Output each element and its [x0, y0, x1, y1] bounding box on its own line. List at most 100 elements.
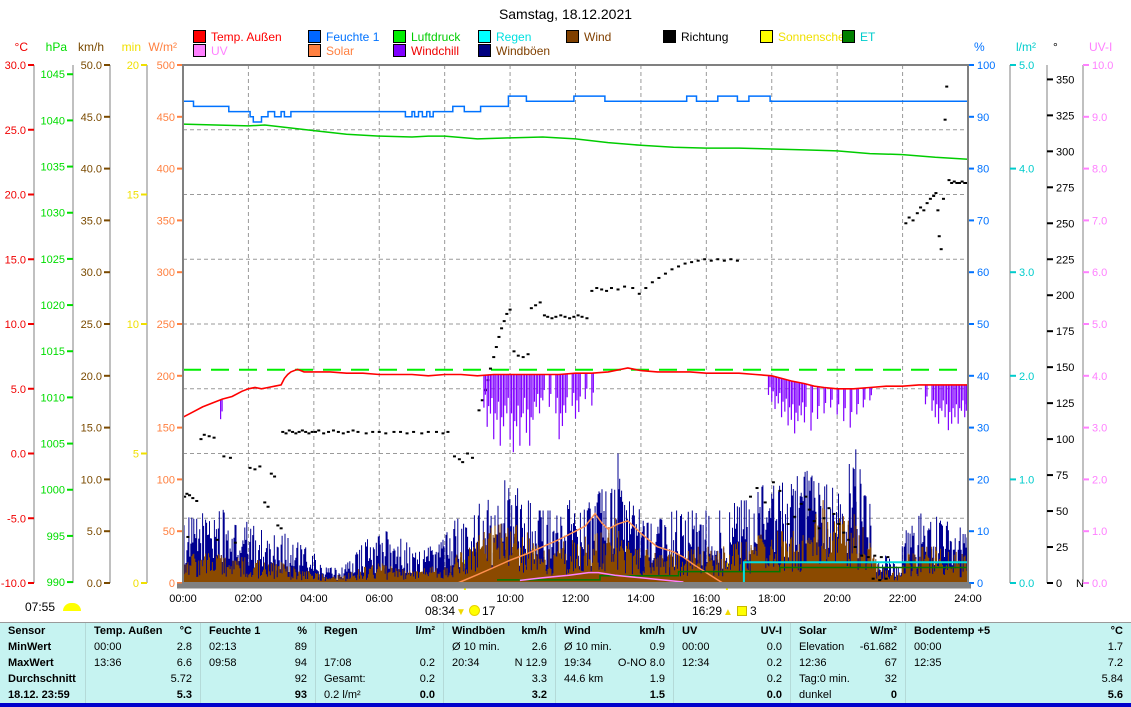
axis-tick-label: 30.0	[81, 267, 102, 279]
axis-tick-label: 450	[157, 112, 175, 124]
x-axis-tick-label: 12:00	[562, 593, 590, 605]
axis-tick-label: 200	[157, 371, 175, 383]
stats-cell: 00:002.8	[85, 639, 200, 655]
x-axis-tick-label: 20:00	[823, 593, 851, 605]
stats-cell: MinWert	[0, 639, 85, 655]
axis-km/h: km/h50.045.040.035.030.025.020.015.010.0…	[78, 40, 110, 590]
stats-cell: Gesamt:0.2	[315, 671, 443, 687]
axis-tick-label: 25	[1056, 542, 1068, 554]
stats-cell: 44.6 km1.9	[555, 671, 673, 687]
axis-unit-label: hPa	[46, 40, 68, 54]
axis-tick-label: -5.0	[7, 513, 26, 525]
axis-tick-label: 400	[157, 164, 175, 176]
axis-tick-label: 25.0	[5, 125, 26, 137]
axis-tick-label: 3.0	[1019, 267, 1034, 279]
axis-tick-label: 0.0	[1092, 578, 1107, 590]
stats-cell: Ø 10 min.0.9	[555, 639, 673, 655]
stats-cell: 12:357.2	[905, 655, 1131, 671]
stats-table: SensorMinWertMaxWertDurchschnitt18.12. 2…	[0, 622, 1131, 703]
axis-tick-label: 35.0	[81, 215, 102, 227]
axis-tick-label: 1030	[41, 208, 65, 220]
axis-unit-label: UV-I	[1089, 40, 1112, 54]
axis-tick-label: 990	[47, 577, 65, 589]
stats-header-cell: Regenl/m²	[315, 623, 443, 639]
stats-cell: Ø 10 min.2.6	[443, 639, 555, 655]
sunrise-arrow-icon: ▼	[456, 607, 466, 618]
axis-tick-label: 20	[127, 60, 139, 72]
axis-unit-label: °C	[15, 40, 29, 54]
axis-tick-label: 150	[157, 423, 175, 435]
stats-header-cell: Feuchte 1%	[200, 623, 315, 639]
weather-chart-window: Samstag, 18.12.2021 Temp. AußenFeuchte 1…	[0, 0, 1131, 707]
sunrise-annotation: 08:34▼17	[425, 604, 495, 618]
axis-tick-label: 0	[977, 578, 983, 590]
x-axis-tick-label: 02:00	[235, 593, 263, 605]
axis-tick-label: 15.0	[81, 423, 102, 435]
axis-tick-label: 10.0	[5, 319, 26, 331]
stats-cell: 00:000.0	[673, 639, 790, 655]
axis-tick-label: 40	[977, 371, 989, 383]
axis-tick-label: 10	[127, 319, 139, 331]
axis-tick-label: 250	[157, 319, 175, 331]
stats-cell: 18.12. 23:59	[0, 687, 85, 703]
axis-tick-label: 15	[127, 190, 139, 202]
axis-tick-label: 1045	[41, 69, 65, 81]
axis-tick-label: 5.0	[87, 526, 102, 538]
axis-tick-label: 10	[977, 526, 989, 538]
axis-unit-label: min	[122, 40, 141, 54]
chart-canvas: °C30.025.020.015.010.05.00.0-5.0-10.0hPa…	[0, 0, 1131, 622]
x-axis-tick-label: 00:00	[169, 593, 197, 605]
x-axis-labels: 00:0002:0004:0006:0008:0010:0012:0014:00…	[169, 593, 982, 605]
stats-cell: Tag:0 min.32	[790, 671, 905, 687]
stats-header-cell: Temp. Außen°C	[85, 623, 200, 639]
axis-°: °350325300275250225200175150125100755025…	[1047, 40, 1084, 590]
sun-icon	[469, 605, 480, 616]
axis-tick-label: 500	[157, 60, 175, 72]
axis-tick-label: 150	[1056, 362, 1074, 374]
axis-tick-label: 2.0	[1019, 371, 1034, 383]
sunset-arrow-icon: ▲	[723, 607, 733, 618]
axis-tick-label: 100	[157, 474, 175, 486]
axis-tick-label: 275	[1056, 182, 1074, 194]
stats-cell: 0.2	[673, 671, 790, 687]
stats-cell: 00:001.7	[905, 639, 1131, 655]
stats-cell: MaxWert	[0, 655, 85, 671]
axis-tick-label: 4.0	[1092, 371, 1107, 383]
axis-tick-label: 4.0	[1019, 164, 1034, 176]
axis-tick-label: 325	[1056, 110, 1074, 122]
axis-unit-label: km/h	[78, 40, 104, 54]
stats-cell: 19:34O-NO 8.0	[555, 655, 673, 671]
axis-tick-label: 6.0	[1092, 267, 1107, 279]
axis-tick-label: 8.0	[1092, 164, 1107, 176]
stats-cell: 17:080.2	[315, 655, 443, 671]
axis-W/m²: W/m²500450400350300250200150100500	[148, 40, 183, 590]
axis-tick-label: 50	[163, 526, 175, 538]
axis-tick-label: 350	[157, 215, 175, 227]
axis-tick-label: 0.0	[11, 449, 26, 461]
axis-tick-label: 10.0	[81, 474, 102, 486]
stats-header-cell: UVUV-I	[673, 623, 790, 639]
axis-tick-label: 0	[169, 578, 175, 590]
axis-tick-label: 90	[977, 112, 989, 124]
axis-UV-I: UV-I10.09.08.07.06.05.04.03.02.01.00.0	[1083, 40, 1113, 590]
axis-tick-label: 1010	[41, 392, 65, 404]
stats-cell: 12:340.2	[673, 655, 790, 671]
axis-tick-label: 75	[1056, 470, 1068, 482]
axis-tick-label: 9.0	[1092, 112, 1107, 124]
axis-tick-label: 50	[1056, 506, 1068, 518]
stats-cell: 92	[200, 671, 315, 687]
stats-cell: Durchschnitt	[0, 671, 85, 687]
axis-tick-label: 20	[977, 474, 989, 486]
axis-tick-label: 995	[47, 531, 65, 543]
axis-tick-label: 0.0	[87, 578, 102, 590]
axis-tick-label: 1015	[41, 346, 65, 358]
axis-°C: °C30.025.020.015.010.05.00.0-5.0-10.0	[1, 40, 34, 590]
axis-tick-label: 1020	[41, 300, 65, 312]
stats-cell	[315, 639, 443, 655]
axis-tick-label: 1000	[41, 485, 65, 497]
stats-cell: 13:366.6	[85, 655, 200, 671]
axis-unit-label: W/m²	[148, 40, 177, 54]
axis-tick-label: 7.0	[1092, 215, 1107, 227]
stats-cell: 5.84	[905, 671, 1131, 687]
axis-tick-label: 10.0	[1092, 60, 1113, 72]
